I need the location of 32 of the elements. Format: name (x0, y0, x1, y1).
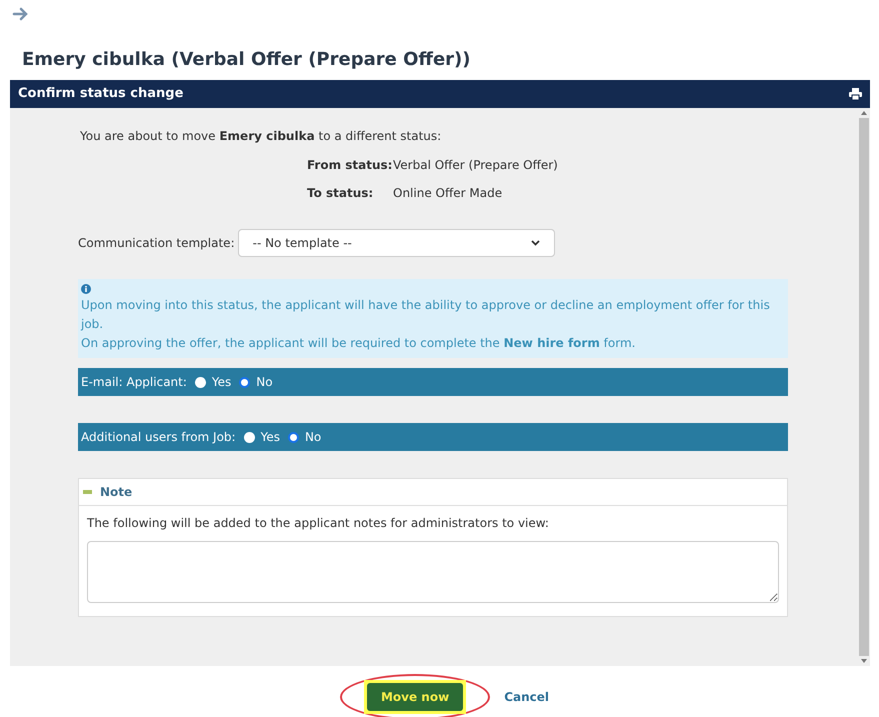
dialog-title: Confirm status change (18, 85, 184, 104)
intro-text: You are about to move Emery cibulka to a different status: (80, 128, 442, 145)
scroll-up-icon[interactable] (861, 110, 867, 116)
radio-button[interactable] (244, 432, 255, 442)
move-now-button[interactable]: Move now (366, 683, 464, 711)
template-label: Communication template: (78, 235, 235, 252)
radio-group-label: E-mail: Applicant: (81, 374, 187, 391)
collapse-toggle[interactable] (83, 490, 92, 494)
note-title: Note (100, 484, 132, 501)
info-icon (81, 284, 91, 294)
template-select[interactable]: -- No template -- (238, 229, 555, 257)
status-value: Online Offer Made (393, 185, 502, 202)
chevron-down-icon (530, 240, 540, 246)
status-value: Verbal Offer (Prepare Offer) (393, 157, 558, 174)
arrow-right-icon[interactable] (12, 6, 30, 22)
status-label: From status: (307, 157, 393, 174)
radio-label: No (256, 374, 273, 391)
page-title: Emery cibulka (Verbal Offer (Prepare Offer)) (21, 48, 472, 72)
radio-button[interactable] (239, 376, 250, 388)
info-text: Upon moving into this status, the applicant will have the ability to approve or decline an employment offer for this job. (81, 297, 771, 333)
radio-button[interactable] (194, 376, 206, 388)
radio-group-label: Additional users from Job: (81, 429, 236, 446)
print-icon[interactable] (849, 88, 862, 100)
cancel-link[interactable]: Cancel (504, 688, 549, 706)
radio-button[interactable] (288, 432, 299, 442)
radio-label: Yes (212, 374, 232, 391)
radio-label: Yes (260, 429, 280, 446)
info-text: On approving the offer, the applicant will be required to complete the New hire form form. (81, 335, 636, 352)
status-label: To status: (307, 185, 374, 202)
note-description: The following will be added to the applicant notes for administrators to view: (87, 515, 550, 532)
radio-label: No (304, 429, 322, 446)
scroll-down-icon[interactable] (861, 658, 867, 664)
